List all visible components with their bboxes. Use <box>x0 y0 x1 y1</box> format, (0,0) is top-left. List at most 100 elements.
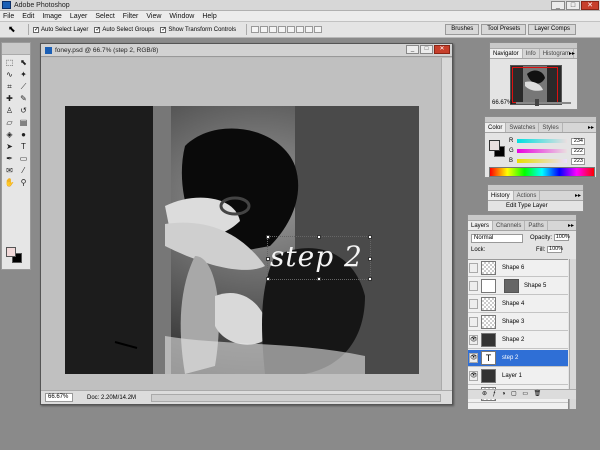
doc-maximize-button[interactable]: □ <box>420 45 433 54</box>
layer-row[interactable]: 👁 Shape 2 <box>468 332 568 349</box>
eye-icon[interactable]: 👁 <box>469 335 478 345</box>
layer-name[interactable]: Shape 2 <box>502 332 524 349</box>
tab-navigator[interactable]: Navigator <box>490 49 523 58</box>
palette-menu-arrow-icon[interactable]: ▸▸ <box>569 50 575 57</box>
menu-view[interactable]: View <box>146 13 161 20</box>
photo-canvas[interactable]: step 2 <box>65 106 419 374</box>
pen-tool-icon[interactable]: ✒ <box>3 153 16 164</box>
dodge-tool-icon[interactable]: ● <box>17 129 30 140</box>
channel-value-b[interactable]: 223 <box>571 157 585 165</box>
eye-icon[interactable] <box>469 263 478 273</box>
eye-icon[interactable] <box>469 281 478 291</box>
palette-menu-arrow-icon[interactable]: ▸▸ <box>588 124 594 131</box>
eye-icon[interactable]: 👁 <box>469 371 478 381</box>
align-right-button[interactable] <box>296 26 305 33</box>
transform-handle[interactable] <box>368 257 372 261</box>
fill-field[interactable]: 100% <box>547 246 563 253</box>
transform-bounding-box[interactable]: step 2 <box>266 235 372 281</box>
menu-help[interactable]: Help <box>202 13 216 20</box>
layer-row[interactable]: Shape 6 <box>468 260 568 277</box>
history-item[interactable]: Edit Type Layer <box>490 202 581 211</box>
tab-swatches[interactable]: Swatches <box>506 123 540 132</box>
layer-row[interactable]: 👁 Layer 1 <box>468 368 568 385</box>
align-center-button[interactable] <box>287 26 296 33</box>
path-select-icon[interactable]: ➤ <box>3 141 16 152</box>
transform-handle[interactable] <box>368 277 372 281</box>
canvas-type-layer-text[interactable]: step 2 <box>270 237 363 277</box>
transform-handle[interactable] <box>317 277 321 281</box>
tab-paths[interactable]: Paths <box>525 221 548 230</box>
navigator-zoom-knob[interactable] <box>535 98 540 106</box>
blur-tool-icon[interactable]: ◈ <box>3 129 16 140</box>
type-tool-icon[interactable]: T <box>17 141 30 152</box>
eyedropper-icon[interactable]: ⁄ <box>17 165 30 176</box>
auto-select-groups-checkbox[interactable]: ✓ <box>94 26 100 33</box>
brush-tool-icon[interactable]: ✎ <box>17 93 30 104</box>
history-brush-icon[interactable]: ↺ <box>17 105 30 116</box>
menu-filter[interactable]: Filter <box>123 13 139 20</box>
navigator-zoom-value[interactable]: 66.67% <box>492 100 512 106</box>
layer-name[interactable]: Shape 4 <box>502 296 524 313</box>
maximize-button[interactable]: □ <box>566 1 580 10</box>
menu-image[interactable]: Image <box>42 13 61 20</box>
notes-tool-icon[interactable]: ✉ <box>3 165 16 176</box>
layer-name[interactable]: Shape 5 <box>524 278 546 295</box>
navigator-zoom-slider[interactable] <box>516 98 571 106</box>
doc-minimize-button[interactable]: _ <box>406 45 419 54</box>
distribute-button[interactable] <box>305 26 314 33</box>
layer-row[interactable]: 👁 Tstep 2 <box>468 350 568 367</box>
tab-history[interactable]: History <box>488 191 514 200</box>
channel-value-g[interactable]: 222 <box>571 147 585 155</box>
slice-tool-icon[interactable]: ⟋ <box>17 81 30 92</box>
vertical-scrollbar[interactable] <box>441 58 452 390</box>
opacity-field[interactable]: 100% <box>553 234 570 241</box>
transform-handle[interactable] <box>368 235 372 239</box>
canvas-area[interactable]: step 2 <box>41 58 442 390</box>
tab-channels[interactable]: Channels <box>493 221 526 230</box>
layer-row[interactable]: Shape 3 <box>468 314 568 331</box>
move-tool-icon[interactable]: ⬉ <box>8 24 24 35</box>
minimize-button[interactable]: _ <box>551 1 565 10</box>
document-titlebar[interactable]: foney.psd @ 66.7% (step 2, RGB/8) <box>41 44 452 57</box>
marquee-tool-icon[interactable]: ⬚ <box>3 57 16 68</box>
hand-tool-icon[interactable]: ✋ <box>3 177 16 188</box>
eye-icon[interactable]: 👁 <box>469 353 478 363</box>
layers-footer-buttons[interactable]: ⊛ ƒ ◑ ▢ ▭ 🗑 <box>468 389 576 399</box>
doc-close-button[interactable]: ✕ <box>434 45 450 54</box>
align-middle-button[interactable] <box>260 26 269 33</box>
layer-row[interactable]: Shape 4 <box>468 296 568 313</box>
palette-menu-arrow-icon[interactable]: ▸▸ <box>575 192 581 199</box>
layer-row[interactable]: Shape 5 <box>468 278 568 295</box>
distribute-button[interactable] <box>314 26 323 33</box>
menu-file[interactable]: File <box>3 13 14 20</box>
gradient-tool-icon[interactable]: ▤ <box>17 117 30 128</box>
well-tab-layer-comps[interactable]: Layer Comps <box>528 24 576 35</box>
channel-value-r[interactable]: 234 <box>571 137 585 145</box>
tab-styles[interactable]: Styles <box>539 123 563 132</box>
align-left-button[interactable] <box>278 26 287 33</box>
menu-layer[interactable]: Layer <box>70 13 88 20</box>
layer-name[interactable]: Shape 3 <box>502 314 524 331</box>
eraser-tool-icon[interactable]: ▱ <box>3 117 16 128</box>
document-size-info[interactable]: Doc: 2.20M/14.2M <box>87 395 136 401</box>
layers-scrollbar[interactable] <box>569 259 576 409</box>
align-bottom-button[interactable] <box>269 26 278 33</box>
layer-name[interactable]: Layer 1 <box>502 368 522 385</box>
close-button[interactable]: ✕ <box>581 1 599 10</box>
channel-slider-r[interactable] <box>517 139 567 143</box>
crop-tool-icon[interactable]: ⌗ <box>3 81 16 92</box>
lasso-tool-icon[interactable]: ∿ <box>3 69 16 80</box>
color-spectrum-ramp[interactable] <box>489 167 595 177</box>
move-tool-icon[interactable]: ⬉ <box>17 57 30 68</box>
tab-info[interactable]: Info <box>523 49 540 58</box>
menu-edit[interactable]: Edit <box>22 13 34 20</box>
auto-select-layer-checkbox[interactable]: ✓ <box>33 26 39 33</box>
show-transform-checkbox[interactable]: ✓ <box>160 26 166 33</box>
well-tab-brushes[interactable]: Brushes <box>445 24 480 35</box>
color-foreground-swatch[interactable] <box>489 140 500 151</box>
eye-icon[interactable] <box>469 317 478 327</box>
toolbox-header[interactable] <box>2 43 30 55</box>
zoom-tool-icon[interactable]: ⚲ <box>17 177 30 188</box>
channel-slider-g[interactable] <box>517 149 567 153</box>
horizontal-scrollbar[interactable] <box>151 394 441 402</box>
